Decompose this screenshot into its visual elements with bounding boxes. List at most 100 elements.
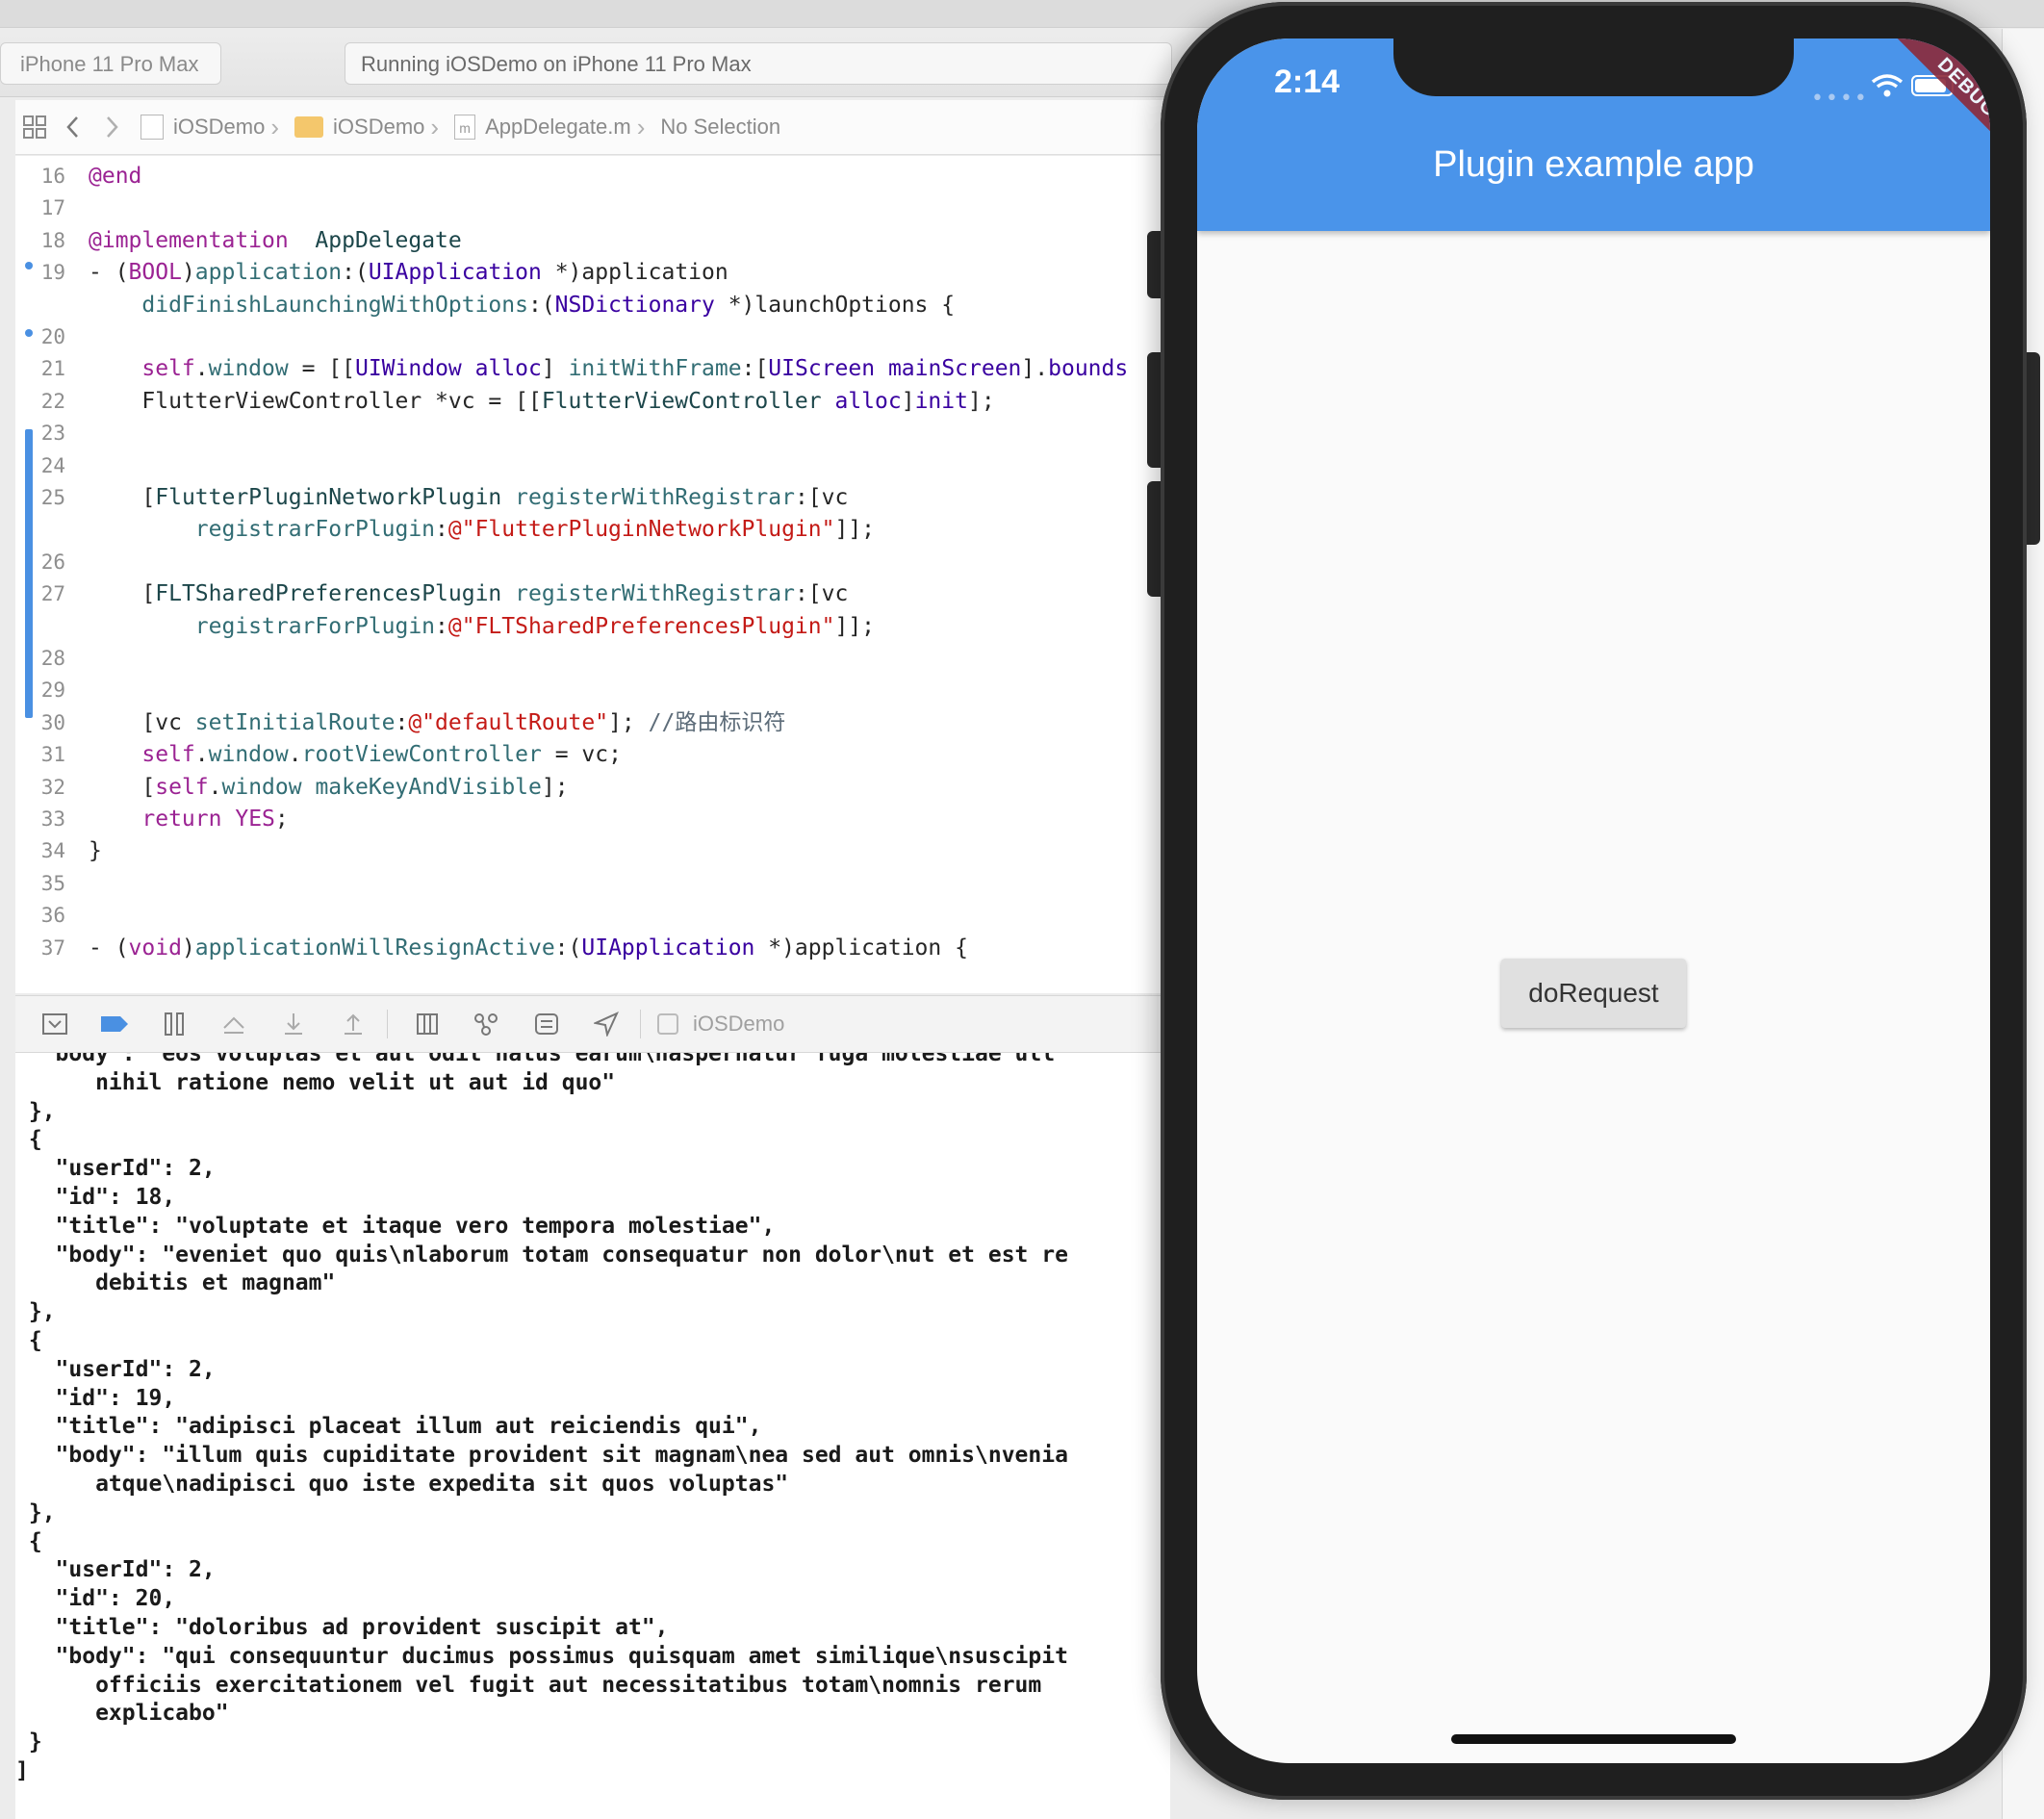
console-line: "title": "doloribus ad provident suscipi… <box>15 1615 669 1640</box>
simulate-location-icon[interactable] <box>586 1004 626 1044</box>
console-line: "body": "eos voluptas et aut odit natus … <box>15 1053 1056 1066</box>
code-editor[interactable]: 16 @end 17 18 @implementation AppDelegate 19-… <box>15 156 1170 993</box>
activity-viewer: Running iOSDemo on iPhone 11 Pro Max <box>345 42 1172 85</box>
code-token: ]; <box>967 388 995 414</box>
code-token: :[vc <box>794 581 849 607</box>
scheme-selector[interactable]: iPhone 11 Pro Max <box>0 42 221 85</box>
code-line: 19 - (BOOL)application:(UIApplication *)a… <box>15 256 728 289</box>
iphone-simulator: 2:14 •••• Plugin example app DEBUG doReq… <box>1161 2 2027 1800</box>
code-token: window <box>208 742 289 768</box>
app-title: Plugin example app <box>1433 144 1754 185</box>
console-output[interactable]: "body": "eos voluptas et aut odit natus … <box>15 1053 1170 1819</box>
back-chevron-icon[interactable] <box>54 108 92 146</box>
breakpoints-toggle-icon[interactable] <box>94 1004 135 1044</box>
code-token: registerWithRegistrar <box>515 581 795 607</box>
hide-debug-area-icon[interactable] <box>35 1004 75 1044</box>
code-line: 35 <box>15 867 89 900</box>
volume-down-button <box>1147 481 1161 597</box>
line-number: 32 <box>40 775 65 799</box>
code-token: ) <box>181 935 195 961</box>
code-token: registrarForPlugin <box>194 517 436 543</box>
memory-graph-icon[interactable] <box>467 1004 507 1044</box>
line-number: 25 <box>40 486 65 509</box>
code-token: UIApplication <box>581 935 755 961</box>
code-token: . <box>194 356 209 382</box>
code-line: 22 FlutterViewController *vc = [[Flutter… <box>15 385 995 418</box>
line-number: 26 <box>40 550 65 574</box>
code-token: ] <box>901 388 915 414</box>
console-line: "id": 20, <box>15 1586 176 1612</box>
code-token: window <box>208 356 289 382</box>
code-token: :[ <box>741 356 769 382</box>
console-line: nihil ratione nemo velit ut aut id quo" <box>15 1069 616 1095</box>
step-into-icon[interactable] <box>273 1004 314 1044</box>
code-line: 30 [vc setInitialRoute:@"defaultRoute"];… <box>15 706 786 739</box>
code-line: 31 self.window.rootViewController = vc; <box>15 738 622 771</box>
jumpbar-file[interactable]: m AppDelegate.m <box>454 115 631 140</box>
code-token: ] <box>541 356 569 382</box>
code-token: FlutterViewController <box>541 388 822 414</box>
step-over-icon[interactable] <box>214 1004 254 1044</box>
code-token: setInitialRoute <box>194 709 396 735</box>
jumpbar-selection[interactable]: No Selection <box>660 115 780 140</box>
objc-file-icon: m <box>454 115 476 140</box>
console-line: "userId": 2, <box>15 1557 216 1583</box>
code-token: [ <box>89 774 156 800</box>
step-out-icon[interactable] <box>333 1004 373 1044</box>
view-hierarchy-icon[interactable] <box>407 1004 447 1044</box>
code-token: bounds <box>1048 356 1129 382</box>
line-number: 20 <box>40 325 65 348</box>
console-line: "title": "voluptate et itaque vero tempo… <box>15 1213 776 1239</box>
code-token: :( <box>554 935 582 961</box>
environment-overrides-icon[interactable] <box>526 1004 567 1044</box>
code-token: BOOL <box>128 260 182 286</box>
jumpbar-project[interactable]: iOSDemo <box>141 115 265 140</box>
code-token: self <box>141 742 195 768</box>
code-token: [ <box>89 485 156 510</box>
line-number: 17 <box>40 196 65 220</box>
do-request-button[interactable]: doRequest <box>1501 959 1686 1028</box>
console-line: } <box>15 1729 42 1755</box>
console-line: debitis et magnam" <box>15 1270 336 1296</box>
mute-switch <box>1147 231 1161 298</box>
code-line: 36 <box>15 899 89 932</box>
code-line: 21 self.window = [[UIWindow alloc] initW… <box>15 352 1129 385</box>
code-line: 29 <box>15 674 89 706</box>
home-indicator[interactable] <box>1451 1734 1736 1744</box>
code-token: YES <box>235 807 275 832</box>
debug-bar: iOSDemo <box>15 995 1170 1053</box>
code-token: *)application { <box>754 935 968 961</box>
breadcrumb-separator-icon: › <box>430 112 440 141</box>
code-token: void <box>128 935 182 961</box>
code-line: 25 [FlutterPluginNetworkPlugin registerW… <box>15 481 849 514</box>
console-line: { <box>15 1127 42 1153</box>
code-token: - ( <box>89 260 129 286</box>
simulator-screen: 2:14 •••• Plugin example app DEBUG doReq… <box>1197 38 1990 1763</box>
code-token: :[vc <box>794 485 849 510</box>
code-token: @"FLTSharedPreferencesPlugin" <box>447 613 835 639</box>
code-token: ]; <box>608 709 649 735</box>
line-number: 19 <box>40 261 65 285</box>
breadcrumb-separator-icon: › <box>636 112 646 141</box>
code-token: @implementation <box>89 227 289 253</box>
jumpbar-file-label: AppDelegate.m <box>485 115 631 139</box>
related-items-icon[interactable] <box>15 108 54 146</box>
code-line: 24 <box>15 449 89 482</box>
code-token: FlutterViewController *vc = [[ <box>89 388 542 414</box>
code-token: applicationWillResignActive <box>194 935 555 961</box>
code-token: ; <box>274 807 289 832</box>
code-token: . <box>194 742 209 768</box>
pause-icon[interactable] <box>154 1004 194 1044</box>
code-line: 23 <box>15 417 89 449</box>
code-token: ]]; <box>834 517 876 543</box>
forward-chevron-icon[interactable] <box>92 108 131 146</box>
line-number: 37 <box>40 935 65 960</box>
code-token: :( <box>342 260 369 286</box>
jumpbar-group[interactable]: iOSDemo <box>294 115 424 140</box>
code-token: makeKeyAndVisible <box>315 774 542 800</box>
